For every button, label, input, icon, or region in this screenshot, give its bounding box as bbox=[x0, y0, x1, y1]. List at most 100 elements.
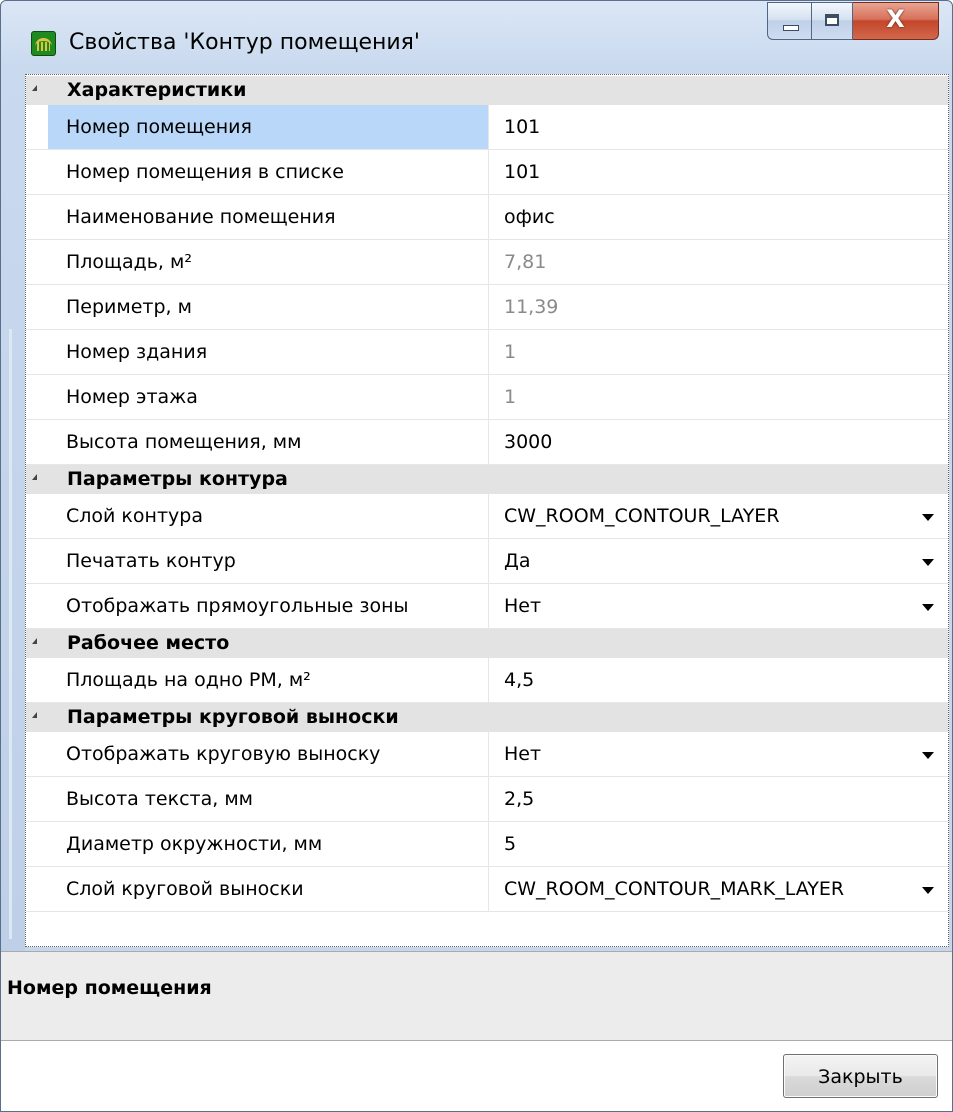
close-icon: X bbox=[886, 5, 905, 33]
property-name-cell[interactable]: Номер помещения bbox=[48, 105, 489, 149]
property-name: Высота помещения, мм bbox=[66, 431, 302, 453]
category-header[interactable]: Рабочее место bbox=[26, 629, 948, 658]
dropdown-arrow-icon[interactable] bbox=[922, 559, 934, 566]
property-name-cell[interactable]: Высота помещения, мм bbox=[48, 420, 489, 464]
left-frame bbox=[1, 69, 25, 951]
property-value-field: 1 bbox=[504, 386, 517, 408]
dropdown-arrow-icon[interactable] bbox=[922, 604, 934, 611]
row-gutter bbox=[26, 420, 48, 464]
property-name-cell[interactable]: Диаметр окружности, мм bbox=[48, 822, 489, 866]
collapse-triangle-icon[interactable] bbox=[32, 85, 37, 91]
collapse-triangle-icon[interactable] bbox=[32, 712, 37, 718]
property-row[interactable]: Площадь на одно РМ, м² 4,5 bbox=[26, 658, 948, 703]
property-value-field[interactable]: 5 bbox=[504, 833, 516, 855]
property-row[interactable]: Номер помещения 101 bbox=[26, 105, 948, 150]
description-title: Номер помещения bbox=[7, 977, 212, 999]
property-value-field[interactable]: 4,5 bbox=[504, 669, 534, 691]
property-value-select[interactable]: Да bbox=[504, 550, 531, 572]
property-name-cell[interactable]: Отображать прямоугольные зоны bbox=[48, 584, 489, 628]
collapse-triangle-icon[interactable] bbox=[32, 638, 37, 644]
property-name-cell[interactable]: Наименование помещения bbox=[48, 195, 489, 239]
row-gutter bbox=[26, 732, 48, 776]
property-value-field[interactable]: 2,5 bbox=[504, 788, 534, 810]
property-row[interactable]: Наименование помещения офис bbox=[26, 195, 948, 240]
property-row[interactable]: Диаметр окружности, мм 5 bbox=[26, 822, 948, 867]
property-row[interactable]: Высота помещения, мм 3000 bbox=[26, 420, 948, 465]
row-gutter bbox=[26, 375, 48, 419]
property-name-cell[interactable]: Слой круговой выноски bbox=[48, 867, 489, 911]
row-gutter bbox=[26, 195, 48, 239]
row-gutter bbox=[26, 584, 48, 628]
property-value-select[interactable]: CW_ROOM_CONTOUR_LAYER bbox=[504, 505, 780, 527]
property-name-cell[interactable]: Номер этажа bbox=[48, 375, 489, 419]
property-name: Высота текста, мм bbox=[66, 788, 253, 810]
row-gutter bbox=[26, 494, 48, 538]
property-name-cell[interactable]: Площадь, м² bbox=[48, 240, 489, 284]
property-row[interactable]: Номер этажа 1 bbox=[26, 375, 948, 420]
description-panel: Номер помещения bbox=[1, 951, 952, 1041]
title-bar[interactable]: Свойства 'Контур помещения' X bbox=[1, 1, 952, 69]
category-label: Характеристики bbox=[67, 79, 247, 101]
dropdown-arrow-icon[interactable] bbox=[922, 514, 934, 521]
category-label: Рабочее место bbox=[67, 632, 230, 654]
property-name: Печатать контур bbox=[66, 550, 236, 572]
minimize-button[interactable] bbox=[767, 2, 811, 40]
category-label: Параметры круговой выноски bbox=[67, 706, 399, 728]
property-name-cell[interactable]: Печатать контур bbox=[48, 539, 489, 583]
properties-window: Свойства 'Контур помещения' X Характерис… bbox=[0, 0, 953, 1112]
property-row[interactable]: Слой круговой выноски CW_ROOM_CONTOUR_MAR… bbox=[26, 867, 948, 912]
property-row[interactable]: Номер здания 1 bbox=[26, 330, 948, 375]
property-name: Отображать прямоугольные зоны bbox=[66, 595, 409, 617]
property-row[interactable]: Площадь, м² 7,81 bbox=[26, 240, 948, 285]
category-header[interactable]: Параметры контура bbox=[26, 465, 948, 494]
property-name-cell[interactable]: Отображать круговую выноску bbox=[48, 732, 489, 776]
close-window-button[interactable]: X bbox=[853, 2, 939, 40]
property-row[interactable]: Печатать контур Да bbox=[26, 539, 948, 584]
property-value-field[interactable]: 101 bbox=[504, 161, 540, 183]
close-button[interactable]: Закрыть bbox=[783, 1054, 938, 1098]
row-gutter bbox=[26, 658, 48, 702]
dropdown-arrow-icon[interactable] bbox=[922, 887, 934, 894]
row-gutter bbox=[26, 150, 48, 194]
maximize-button[interactable] bbox=[811, 2, 853, 40]
property-name-cell[interactable]: Периметр, м bbox=[48, 285, 489, 329]
property-row[interactable]: Высота текста, мм 2,5 bbox=[26, 777, 948, 822]
row-gutter bbox=[26, 867, 48, 911]
property-name-cell[interactable]: Высота текста, мм bbox=[48, 777, 489, 821]
property-name: Отображать круговую выноску bbox=[66, 743, 381, 765]
category-header[interactable]: Характеристики bbox=[26, 76, 948, 105]
property-name: Номер этажа bbox=[66, 386, 198, 408]
window-title: Свойства 'Контур помещения' bbox=[69, 30, 420, 55]
category-header[interactable]: Параметры круговой выноски bbox=[26, 703, 948, 732]
maximize-icon bbox=[825, 14, 839, 26]
property-grid: Характеристики Номер помещения 101 Номер по… bbox=[25, 74, 949, 947]
property-name: Площадь, м² bbox=[66, 251, 192, 273]
property-name: Диаметр окружности, мм bbox=[66, 833, 323, 855]
property-name-cell[interactable]: Площадь на одно РМ, м² bbox=[48, 658, 489, 702]
property-row[interactable]: Слой контура CW_ROOM_CONTOUR_LAYER bbox=[26, 494, 948, 539]
property-name-cell[interactable]: Номер помещения в списке bbox=[48, 150, 489, 194]
collapse-triangle-icon[interactable] bbox=[32, 474, 37, 480]
property-value-field: 11,39 bbox=[504, 296, 559, 318]
property-value-field: 1 bbox=[504, 341, 517, 363]
property-value-select[interactable]: CW_ROOM_CONTOUR_MARK_LAYER bbox=[504, 878, 844, 900]
property-name-cell[interactable]: Слой контура bbox=[48, 494, 489, 538]
property-name: Номер здания bbox=[66, 341, 208, 363]
property-name: Номер помещения в списке bbox=[66, 161, 344, 183]
property-value-select[interactable]: Нет bbox=[504, 743, 541, 765]
dropdown-arrow-icon[interactable] bbox=[922, 752, 934, 759]
row-gutter bbox=[26, 539, 48, 583]
property-name: Площадь на одно РМ, м² bbox=[66, 669, 311, 691]
property-row[interactable]: Периметр, м 11,39 bbox=[26, 285, 948, 330]
property-value-select[interactable]: Нет bbox=[504, 595, 541, 617]
row-gutter bbox=[26, 105, 48, 149]
property-value-field[interactable]: офис bbox=[504, 206, 555, 228]
property-value-field[interactable]: 101 bbox=[504, 116, 540, 138]
property-row[interactable]: Номер помещения в списке 101 bbox=[26, 150, 948, 195]
property-row[interactable]: Отображать прямоугольные зоны Нет bbox=[26, 584, 948, 629]
property-row[interactable]: Отображать круговую выноску Нет bbox=[26, 732, 948, 777]
category-label: Параметры контура bbox=[67, 468, 288, 490]
row-gutter bbox=[26, 777, 48, 821]
property-value-field[interactable]: 3000 bbox=[504, 431, 552, 453]
property-name-cell[interactable]: Номер здания bbox=[48, 330, 489, 374]
